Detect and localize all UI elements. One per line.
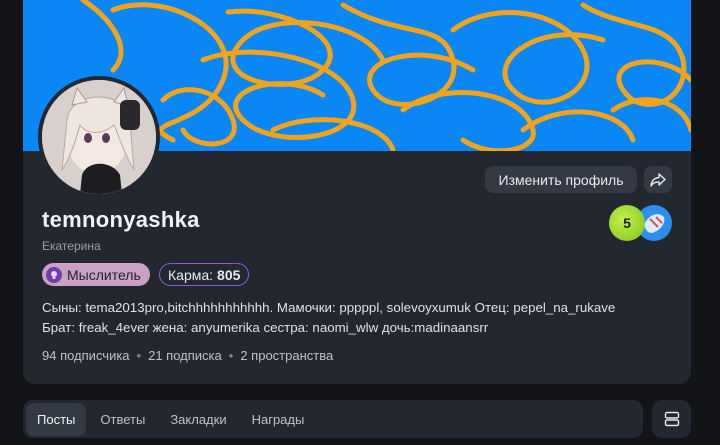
share-icon: [650, 172, 666, 187]
real-name: Екатерина: [42, 239, 101, 253]
followers-count[interactable]: 94 подписчика: [42, 348, 130, 363]
bio-line: Сыны: tema2013pro,bitchhhhhhhhhhh. Мамоч…: [42, 300, 616, 315]
bio: Сыны: tema2013pro,bitchhhhhhhhhhh. Мамоч…: [42, 298, 682, 338]
bio-line: Брат: freak_4ever жена: anyumerika сестр…: [42, 320, 489, 335]
layout-rows-icon: [664, 411, 679, 427]
profile-card: Изменить профиль temnonyashka Екатерина …: [23, 0, 691, 384]
tab-answers[interactable]: Ответы: [89, 403, 156, 436]
share-button[interactable]: [644, 166, 672, 193]
karma-value: 805: [217, 266, 241, 283]
profile-tabs: Посты Ответы Закладки Награды: [23, 400, 643, 438]
tab-awards[interactable]: Награды: [241, 403, 316, 436]
tab-bookmarks[interactable]: Закладки: [159, 403, 237, 436]
thinker-icon: [46, 266, 62, 283]
level-badge[interactable]: 5: [609, 205, 645, 241]
username: temnonyashka: [42, 207, 200, 232]
separator-dot: •: [136, 348, 142, 363]
spaces-count[interactable]: 2 пространства: [240, 348, 333, 363]
separator-dot: •: [228, 348, 234, 363]
karma-badge[interactable]: Карма: 805: [159, 263, 250, 286]
avatar-image: [42, 80, 156, 194]
avatar[interactable]: [38, 76, 160, 198]
karma-label: Карма:: [168, 266, 214, 283]
edit-profile-button[interactable]: Изменить профиль: [485, 166, 637, 193]
profile-stats: 94 подписчика • 21 подписка • 2 простран…: [42, 348, 333, 363]
tab-posts[interactable]: Посты: [26, 402, 87, 436]
role-badge-label: Мыслитель: [67, 266, 141, 283]
following-count[interactable]: 21 подписка: [148, 348, 222, 363]
role-badge[interactable]: Мыслитель: [42, 263, 150, 286]
layout-toggle-button[interactable]: [652, 400, 691, 438]
